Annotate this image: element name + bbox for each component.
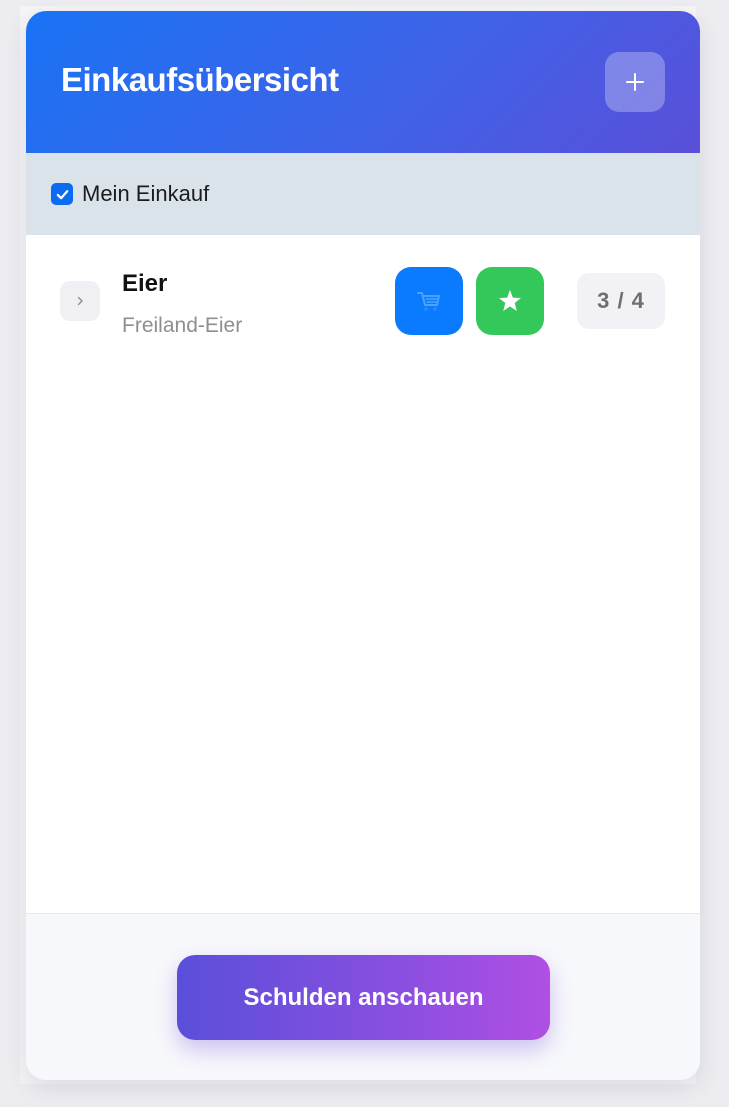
list-label: Mein Einkauf [82, 181, 210, 206]
chevron-right-icon [77, 296, 83, 306]
star-icon [499, 290, 521, 311]
cart-icon [417, 292, 440, 311]
card-header: Einkaufsübersicht [26, 11, 700, 153]
item-name: Eier [122, 270, 168, 297]
card-footer: Schulden anschauen [26, 913, 700, 1080]
plus-icon [626, 73, 644, 91]
item-list: Eier Freiland-Eier 3 / 4 [26, 235, 700, 913]
shopping-card: Einkaufsübersicht Mein Einkauf Eier Frei… [26, 11, 700, 1080]
add-button[interactable] [605, 52, 665, 112]
list-header: Mein Einkauf [26, 153, 700, 235]
expand-button[interactable] [60, 281, 100, 321]
list-item: Eier Freiland-Eier 3 / 4 [26, 235, 700, 345]
checkmark-icon [56, 189, 68, 199]
cart-button[interactable] [395, 267, 463, 335]
page-title: Einkaufsübersicht [61, 61, 339, 98]
view-debts-button[interactable]: Schulden anschauen [177, 955, 550, 1040]
list-checkbox[interactable] [51, 183, 73, 205]
favorite-button[interactable] [476, 267, 544, 335]
item-subtitle: Freiland-Eier [122, 314, 243, 337]
quantity-badge: 3 / 4 [577, 273, 665, 329]
